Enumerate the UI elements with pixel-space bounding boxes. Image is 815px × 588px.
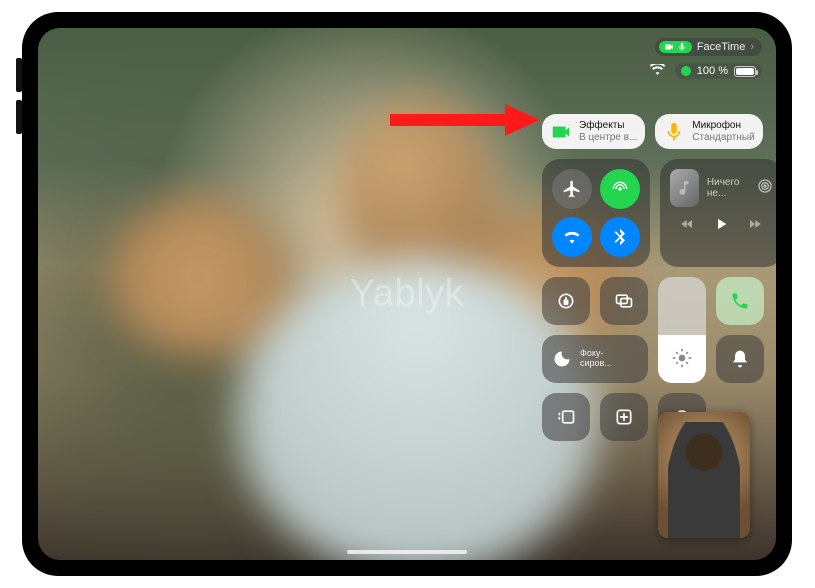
airplane-mode-toggle[interactable] bbox=[552, 169, 592, 209]
focus-label-2: сиров... bbox=[580, 359, 612, 369]
previous-track-button[interactable] bbox=[680, 216, 696, 237]
next-track-button[interactable] bbox=[746, 216, 762, 237]
chevron-right-icon: › bbox=[750, 41, 754, 53]
effects-card[interactable]: Эффекты В центре в... bbox=[542, 114, 645, 149]
mic-title: Микрофон bbox=[692, 120, 754, 132]
brightness-icon bbox=[672, 348, 692, 373]
notes-quick-button[interactable] bbox=[600, 393, 648, 441]
annotation-arrow bbox=[390, 102, 540, 138]
effects-subtitle: В центре в... bbox=[579, 132, 637, 144]
connectivity-panel[interactable] bbox=[542, 159, 650, 267]
focus-mode-button[interactable]: Фоку- сиров... bbox=[542, 335, 648, 383]
self-view-pip[interactable] bbox=[658, 412, 750, 538]
stage-manager-button[interactable] bbox=[542, 393, 590, 441]
wifi-icon bbox=[650, 62, 665, 80]
play-button[interactable] bbox=[712, 215, 730, 238]
status-area: FaceTime › 100 % bbox=[650, 38, 762, 80]
facetime-label: FaceTime bbox=[697, 41, 746, 53]
phone-button[interactable] bbox=[716, 277, 764, 325]
ipad-frame: Yablyk FaceTime › 100 % bbox=[22, 12, 792, 576]
camera-in-use-dot bbox=[681, 66, 691, 76]
silent-mode-toggle[interactable] bbox=[716, 335, 764, 383]
mic-subtitle: Стандартный bbox=[692, 132, 754, 144]
watermark: Yablyk bbox=[350, 273, 464, 316]
control-center: Эффекты В центре в... Микрофон Стандартн… bbox=[542, 114, 760, 441]
effects-title: Эффекты bbox=[579, 120, 637, 132]
facetime-status-pill[interactable]: FaceTime › bbox=[655, 38, 762, 56]
screen-mirroring-button[interactable] bbox=[600, 277, 648, 325]
media-panel[interactable]: Ничего не... bbox=[660, 159, 776, 267]
video-icon bbox=[550, 121, 572, 143]
media-controls bbox=[670, 215, 773, 238]
brightness-slider[interactable] bbox=[658, 277, 706, 383]
media-title: Ничего не... bbox=[707, 177, 749, 199]
home-indicator[interactable] bbox=[347, 550, 467, 554]
media-artwork bbox=[670, 169, 699, 207]
cellular-data-toggle[interactable] bbox=[600, 169, 640, 209]
orientation-lock-toggle[interactable] bbox=[542, 277, 590, 325]
battery-icon bbox=[734, 66, 756, 77]
airplay-icon[interactable] bbox=[757, 178, 773, 199]
bluetooth-toggle[interactable] bbox=[600, 217, 640, 257]
camera-mic-active-indicator bbox=[659, 41, 692, 53]
mic-icon bbox=[663, 121, 685, 143]
battery-percent: 100 % bbox=[697, 65, 728, 77]
microphone-card[interactable]: Микрофон Стандартный bbox=[655, 114, 762, 149]
wifi-toggle[interactable] bbox=[552, 217, 592, 257]
battery-status: 100 % bbox=[675, 63, 762, 79]
